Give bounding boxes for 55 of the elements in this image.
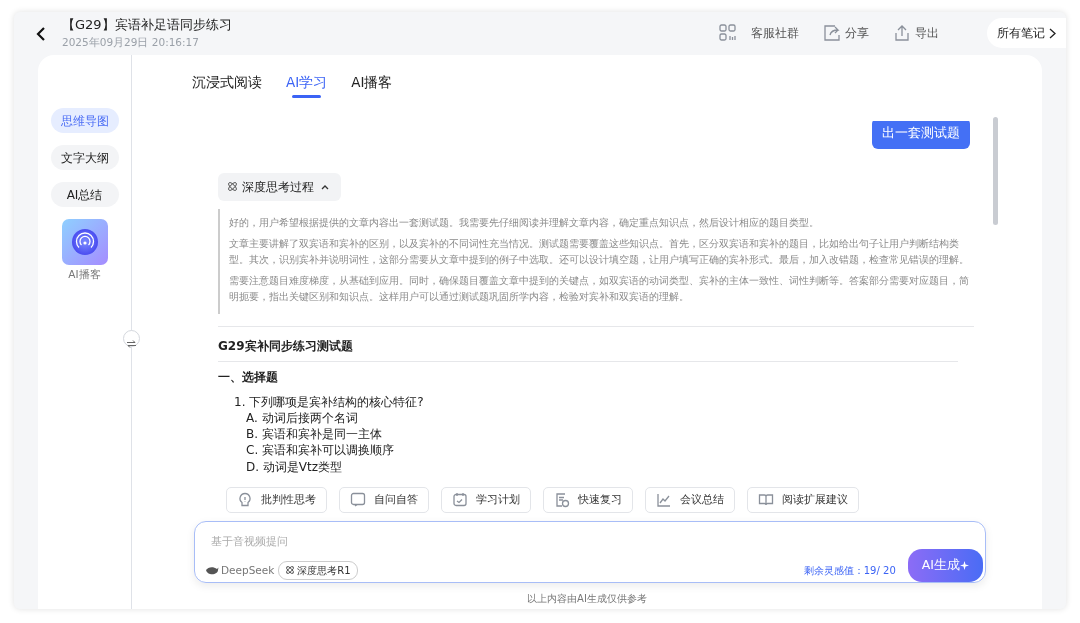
whale-icon: [205, 565, 219, 575]
upload-icon: [893, 24, 912, 42]
qa-icon: [350, 492, 366, 508]
qr-code-icon: [719, 24, 738, 42]
thinking-paragraph: 文章主要讲解了双宾语和宾补的区别，以及宾补的不同词性充当情况。测试题需要覆盖这些知识点。首先，区分双宾语和宾补的题目，比如给出句子让用户判断结构类型。其次，识别宾补并说明词性，这部分需要从文章中提到的例子中选取。还可以设计填空题，让用户填写正确的宾补形式。最后，加入改错题，检查常见错误的理解。: [229, 236, 970, 267]
thinking-paragraph: 需要注意题目难度梯度，从基础到应用。同时，确保题目覆盖文章中提到的关键点，如双宾语的动词类型、宾补的主体一致性、词性判断等。答案部分需要对应题目，简明扼要，指出关键区别和知识点。这样用户可以通过测试题巩固所学内容，检验对宾补和双宾语的理解。: [229, 273, 970, 304]
question-input[interactable]: 基于音视频提问 DeepSeek 深度思考R1 剩余灵感值：19/ 20 AI生成: [194, 521, 986, 583]
quota-text: 剩余灵感值：19/ 20: [803, 563, 896, 578]
all-notes-button[interactable]: 所有笔记: [987, 18, 1066, 48]
scrollbar[interactable]: [993, 117, 998, 225]
sidebar-item[interactable]: AI总结: [50, 182, 119, 207]
suggestion-chip[interactable]: 学习计划: [441, 487, 531, 513]
header-action[interactable]: 客服社群: [719, 24, 800, 42]
model-label: DeepSeek: [221, 562, 275, 578]
note-title: 【G29】宾语补足语同步练习: [62, 16, 232, 35]
atom-icon: [285, 565, 296, 576]
section-heading: 一、选择题: [218, 368, 279, 386]
lightbulb-icon: [237, 492, 253, 508]
podcast-label: AI播客: [68, 267, 101, 282]
note-date: 2025年09月29日 20:16:17: [62, 34, 200, 50]
swap-button[interactable]: [123, 330, 140, 347]
book-icon: [758, 492, 774, 508]
tab[interactable]: AI学习: [286, 72, 328, 97]
tab[interactable]: 沉浸式阅读: [192, 72, 262, 97]
answer-title: G29宾补同步练习测试题: [218, 337, 354, 355]
suggestion-chip[interactable]: 自问自答: [339, 487, 429, 513]
suggestion-chip[interactable]: 批判性思考: [226, 487, 327, 513]
deep-think-toggle[interactable]: 深度思考R1: [278, 560, 358, 580]
disclaimer-text: 以上内容由AI生成仅供参考: [526, 592, 648, 606]
header-action[interactable]: 分享: [823, 24, 870, 42]
sidebar-item[interactable]: 文字大纲: [50, 145, 119, 170]
swap-icon: [127, 339, 136, 348]
calendar-icon: [452, 492, 468, 508]
suggestion-chip[interactable]: 快速复习: [543, 487, 633, 513]
answer-option: B. 宾语和宾补是同一主体: [218, 426, 974, 443]
back-icon: [36, 25, 46, 42]
thinking-toggle[interactable]: 深度思考过程: [218, 172, 341, 201]
chevron-right-icon: [1049, 28, 1056, 39]
header-action[interactable]: 导出: [893, 24, 940, 42]
suggestion-chip[interactable]: 阅读扩展建议: [747, 487, 859, 513]
suggestion-chip[interactable]: 会议总结: [645, 487, 735, 513]
podcast-icon[interactable]: [61, 219, 108, 265]
answer-option: A. 动词后接两个名词: [218, 409, 974, 427]
sidebar-item[interactable]: 思维导图: [50, 108, 119, 133]
user-message: 出一套测试题: [872, 121, 970, 149]
answer-option: D. 动词是Vtz类型: [218, 458, 974, 475]
tab[interactable]: AI播客: [351, 72, 393, 97]
chart-icon: [656, 492, 672, 508]
thinking-paragraph: 好的，用户希望根据提供的文章内容出一套测试题。我需要先仔细阅读并理解文章内容，确定重点知识点，然后设计相应的题目类型。: [229, 215, 820, 230]
question-text: 1. 下列哪项是宾补结构的核心特征?: [233, 393, 425, 410]
share-icon: [823, 24, 842, 42]
document-clock-icon: [554, 492, 570, 508]
sparkle-icon: [960, 561, 969, 570]
answer-option: C. 宾语和宾补可以调换顺序: [218, 442, 974, 459]
atom-icon: [227, 181, 238, 193]
